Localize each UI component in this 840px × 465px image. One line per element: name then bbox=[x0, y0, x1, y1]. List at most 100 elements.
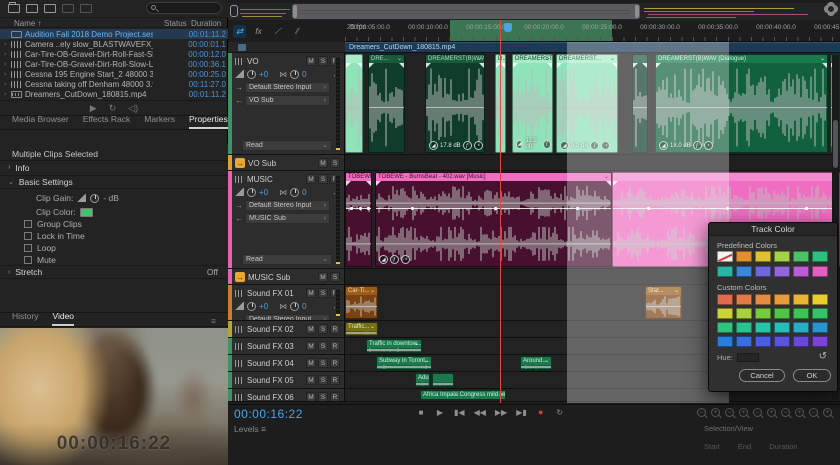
fade-out-handle[interactable] bbox=[479, 63, 484, 68]
rewind-button[interactable]: ◀◀ bbox=[474, 408, 486, 417]
mute-button[interactable]: M bbox=[306, 324, 316, 334]
clip-gain-icon[interactable]: ◢ bbox=[560, 141, 569, 150]
clip-color-swatch[interactable] bbox=[80, 208, 93, 217]
pan-knob[interactable] bbox=[290, 188, 299, 197]
custom-swatch[interactable] bbox=[774, 294, 790, 305]
zoom-in-full-icon[interactable]: + bbox=[711, 408, 720, 417]
razor-tool[interactable]: ⟋ bbox=[271, 25, 284, 38]
mute-button[interactable]: M bbox=[318, 272, 328, 282]
fade-out-handle[interactable] bbox=[822, 63, 827, 68]
audio-clip[interactable]: DRE...⌄ bbox=[368, 54, 405, 153]
mute-button[interactable]: M bbox=[306, 341, 316, 351]
tab-properties[interactable]: Properties bbox=[189, 114, 228, 129]
input-select[interactable]: Default Stereo Input› bbox=[245, 82, 330, 93]
predefined-swatch[interactable] bbox=[717, 266, 733, 277]
zoom-navigator[interactable] bbox=[228, 3, 840, 20]
custom-swatch[interactable] bbox=[717, 336, 733, 347]
clip-menu-icon[interactable]: ⌄ bbox=[370, 287, 375, 295]
predefined-swatch[interactable] bbox=[774, 251, 790, 262]
skip-to-start-button[interactable]: ▮◀ bbox=[454, 408, 465, 417]
section-info[interactable]: ›Info bbox=[0, 160, 228, 174]
volume-icon[interactable]: ◁) bbox=[128, 103, 138, 114]
track-name[interactable]: Sound FX 06 bbox=[247, 393, 294, 402]
panel-menu-icon[interactable]: ≡ bbox=[211, 316, 216, 326]
clip-stretch-icon[interactable]: ◔ bbox=[474, 141, 483, 150]
custom-swatch[interactable] bbox=[736, 308, 752, 319]
custom-swatch[interactable] bbox=[793, 308, 809, 319]
solo-button[interactable]: S bbox=[318, 375, 328, 385]
custom-swatch[interactable] bbox=[736, 294, 752, 305]
audio-clip[interactable]: DREAMERST(B)WAV (D...⌄◢11.9 dBƒ◔ bbox=[512, 54, 553, 153]
clip-stretch-icon[interactable]: ◔ bbox=[704, 141, 713, 150]
dialog-title[interactable]: Track Color bbox=[709, 223, 837, 236]
column-name[interactable]: Name ↑ bbox=[14, 19, 42, 28]
track-header[interactable]: MUSICMSR+0⋈0↔→Default Stereo Input›←MUSI… bbox=[228, 171, 345, 268]
checkbox-box[interactable] bbox=[24, 232, 32, 240]
custom-swatch[interactable] bbox=[717, 308, 733, 319]
clip-menu-icon[interactable]: ⌄ bbox=[545, 55, 550, 63]
audio-clip[interactable]: Car-Ti...⌄ bbox=[345, 286, 378, 319]
clip-stretch-icon[interactable]: ◔ bbox=[601, 141, 610, 150]
solo-button[interactable]: S bbox=[318, 56, 328, 66]
clip-fx-icon[interactable]: ƒ bbox=[693, 141, 702, 150]
mute-button[interactable]: M bbox=[306, 174, 316, 184]
mute-button[interactable]: M bbox=[318, 158, 328, 168]
file-row[interactable]: ›Camera ..ely slow_BLASTWAVEFX_09092 480… bbox=[0, 39, 228, 49]
zoom-reset-icon[interactable]: + bbox=[823, 408, 832, 417]
track-name[interactable]: MUSIC Sub bbox=[248, 273, 290, 282]
file-row[interactable]: ›Dreamers_CutDown_180815.mp400:01:11.2 bbox=[0, 90, 228, 100]
tab-markers[interactable]: Markers bbox=[144, 114, 175, 129]
envelope-keyframe[interactable] bbox=[647, 207, 650, 210]
fade-in-handle[interactable] bbox=[557, 63, 562, 68]
fade-in-handle[interactable] bbox=[613, 181, 618, 186]
custom-swatch[interactable] bbox=[793, 336, 809, 347]
loop-button[interactable]: ↻ bbox=[555, 408, 565, 417]
solo-button[interactable]: S bbox=[330, 158, 340, 168]
checkbox-box[interactable] bbox=[24, 244, 32, 252]
audio-clip[interactable]: Adu... bbox=[415, 373, 430, 387]
track-name[interactable]: Sound FX 02 bbox=[247, 325, 294, 334]
envelope-keyframe[interactable] bbox=[494, 207, 497, 210]
audio-clip[interactable]: Africa Impala Congress mild wit...⌄ bbox=[420, 390, 506, 400]
clip-menu-icon[interactable]: ⌄ bbox=[414, 340, 419, 348]
tab-video[interactable]: Video bbox=[52, 311, 74, 326]
automation-mode-select[interactable]: Read⌄ bbox=[242, 254, 332, 265]
fx-tool[interactable]: fx bbox=[252, 25, 265, 38]
file-row[interactable]: ›Car-Tire-OB-Gravel-Dirt-Roll-Fast-Skid … bbox=[0, 49, 228, 59]
track-name[interactable]: MUSIC bbox=[247, 175, 273, 184]
chevron-right-icon[interactable]: › bbox=[4, 81, 11, 88]
reset-icon[interactable]: ↺ bbox=[819, 351, 827, 362]
checkbox-lock-in-time[interactable]: Lock in Time bbox=[24, 230, 85, 242]
clip-menu-icon[interactable]: ⌄ bbox=[820, 55, 825, 63]
predefined-swatch[interactable] bbox=[736, 251, 752, 262]
track-header[interactable]: Sound FX 01MSR+0⋈0↔→Default Stereo Input… bbox=[228, 285, 345, 320]
chevron-right-icon[interactable]: › bbox=[4, 51, 11, 58]
clip-menu-icon[interactable]: ⌄ bbox=[370, 323, 375, 331]
file-row[interactable]: Audition Fall 2018 Demo Project.sesx *00… bbox=[0, 29, 228, 39]
loop-icon[interactable]: ↻ bbox=[109, 103, 117, 114]
custom-swatch[interactable] bbox=[812, 294, 828, 305]
audio-clip[interactable] bbox=[432, 373, 454, 387]
files-column-header[interactable]: Name ↑ Status Duration bbox=[0, 17, 228, 28]
video-track-clip[interactable]: Dreamers_CutDown_180815.mp4 bbox=[345, 42, 840, 53]
track-header[interactable]: Sound FX 06MSR bbox=[228, 389, 345, 401]
track-name[interactable]: Sound FX 03 bbox=[247, 342, 294, 351]
play-icon[interactable]: ▶ bbox=[90, 103, 97, 114]
zoom-in-point-icon[interactable]: − bbox=[781, 408, 790, 417]
checkbox-group-clips[interactable]: Group Clips bbox=[24, 218, 82, 230]
input-select[interactable]: Default Stereo Input› bbox=[245, 314, 330, 321]
track-header[interactable]: Sound FX 05MSR bbox=[228, 372, 345, 388]
column-duration[interactable]: Duration bbox=[191, 19, 221, 28]
clip-menu-icon[interactable]: ⌄ bbox=[610, 55, 615, 63]
chevron-right-icon[interactable]: › bbox=[4, 61, 11, 68]
navigator-start-handle[interactable] bbox=[230, 5, 238, 17]
envelope-keyframe[interactable] bbox=[350, 207, 353, 210]
checkbox-loop[interactable]: Loop bbox=[24, 242, 56, 254]
delete-icon[interactable] bbox=[80, 4, 92, 13]
record-button[interactable]: ● bbox=[536, 407, 546, 417]
envelope-keyframe[interactable] bbox=[359, 207, 362, 210]
custom-swatch[interactable] bbox=[774, 308, 790, 319]
pan-knob[interactable] bbox=[290, 302, 299, 311]
timeline-ruler[interactable]: 25 fps 00:00:05:00.000:00:10:00.000:00:1… bbox=[345, 20, 840, 42]
audio-clip[interactable]: DREAMERST...⌄◢9.2 dBƒ◔ bbox=[556, 54, 618, 153]
